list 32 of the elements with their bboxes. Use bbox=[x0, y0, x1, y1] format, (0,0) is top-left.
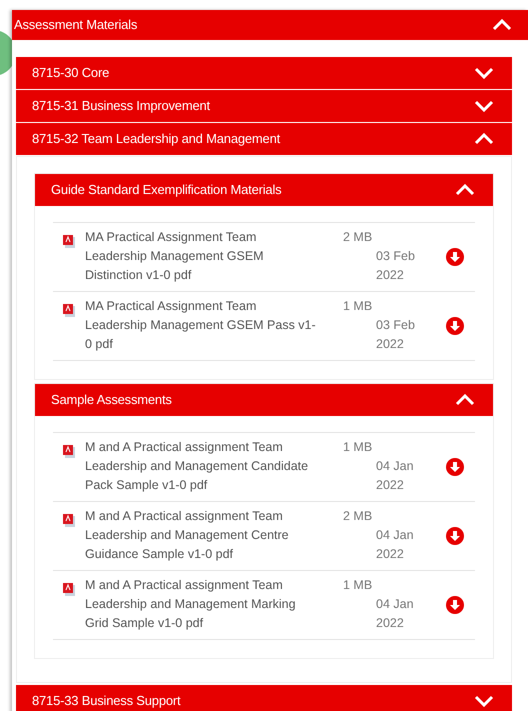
file-date: 04 Jan 2022 bbox=[376, 596, 415, 632]
file-size: 1 MB bbox=[343, 298, 374, 315]
file-link[interactable]: M and A Practical assignment Team Leadership and Management Centre Guidance Sample v1-0 pdf bbox=[85, 507, 317, 564]
file-date: 03 Feb 2022 bbox=[376, 248, 416, 284]
file-link[interactable]: M and A Practical assignment Team Leadership and Management Marking Grid Sample v1-0 pdf bbox=[85, 576, 317, 633]
file-link[interactable]: MA Practical Assignment Team Leadership Management GSEM Pass v1-0 pdf bbox=[85, 297, 317, 354]
file-date: 04 Jan 2022 bbox=[376, 527, 415, 563]
pdf-file-icon bbox=[63, 445, 75, 458]
accordion-header[interactable]: 8715-30 Core bbox=[16, 57, 512, 89]
pdf-file-icon bbox=[63, 235, 75, 248]
file-link[interactable]: M and A Practical assignment Team Leadership and Management Candidate Pack Sample v1-0 pdf bbox=[85, 438, 317, 495]
download-button[interactable] bbox=[445, 316, 465, 336]
file-size: 2 MB bbox=[343, 508, 374, 525]
accordion-header[interactable]: Sample Assessments bbox=[35, 384, 493, 416]
download-button[interactable] bbox=[445, 526, 465, 546]
accordion-header[interactable]: 8715-32 Team Leadership and Management bbox=[16, 123, 512, 155]
accordion-header[interactable]: Guide Standard Exemplification Materials bbox=[35, 174, 493, 206]
file-date: 04 Jan 2022 bbox=[376, 458, 415, 494]
accordion-header[interactable]: 8715-31 Business Improvement bbox=[16, 90, 512, 122]
file-size: 2 MB bbox=[343, 229, 374, 246]
pdf-file-icon bbox=[63, 583, 75, 596]
download-button[interactable] bbox=[445, 246, 465, 266]
file-link[interactable]: MA Practical Assignment Team Leadership Management GSEM Distinction v1-0 pdf bbox=[85, 228, 317, 285]
file-date: 03 Feb 2022 bbox=[376, 317, 416, 353]
pdf-file-icon bbox=[63, 514, 75, 527]
pdf-file-icon bbox=[63, 304, 75, 317]
download-button[interactable] bbox=[445, 456, 465, 476]
accordion-header[interactable]: 8715-33 Business Support bbox=[16, 685, 512, 711]
panel-header[interactable]: Assessment Materials bbox=[12, 10, 528, 40]
download-button[interactable] bbox=[445, 594, 465, 614]
file-size: 1 MB bbox=[343, 577, 374, 594]
file-size: 1 MB bbox=[343, 439, 374, 456]
